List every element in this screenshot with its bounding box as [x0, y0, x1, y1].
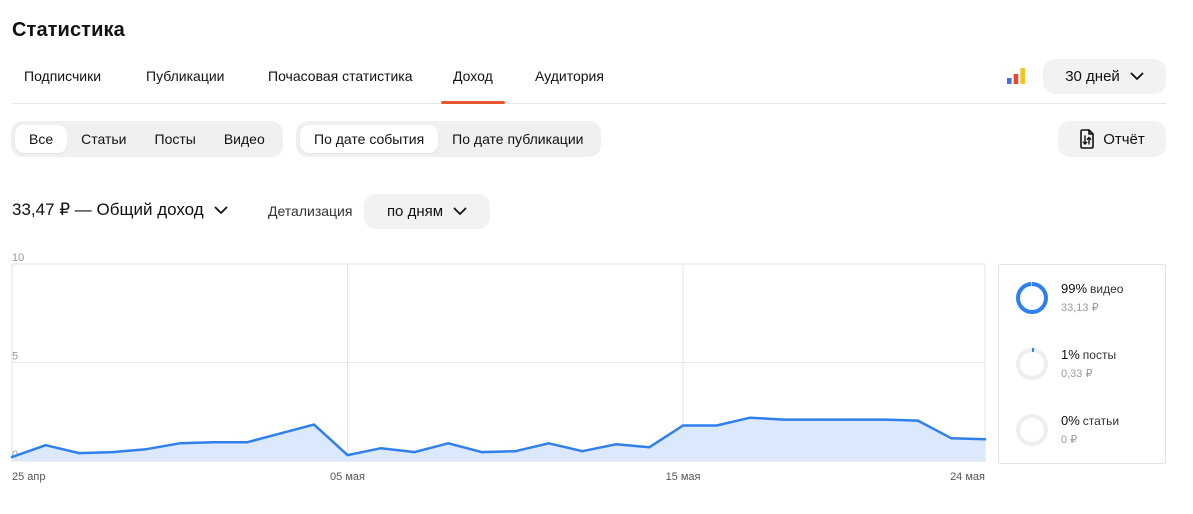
total-income-select[interactable]: 33,47 ₽ — Общий доход: [12, 200, 228, 220]
x-tick-label: 24 мая: [950, 471, 985, 483]
data-point[interactable]: [413, 450, 416, 454]
tab-income[interactable]: Доход: [441, 56, 505, 104]
report-file-icon: [1080, 129, 1095, 149]
period-select[interactable]: 30 дней: [1043, 59, 1166, 94]
data-point[interactable]: [44, 444, 47, 447]
detail-select[interactable]: по дням: [364, 194, 490, 229]
filter-videos[interactable]: Видео: [210, 125, 279, 153]
data-point[interactable]: [10, 455, 14, 459]
chevron-down-icon: [214, 206, 228, 214]
income-area: [12, 417, 985, 461]
filter-posts[interactable]: Посты: [141, 125, 210, 153]
detail-select-value: по дням: [386, 203, 444, 220]
data-point[interactable]: [581, 449, 584, 453]
data-point[interactable]: [379, 446, 383, 450]
data-point[interactable]: [145, 447, 148, 451]
breakdown-item-posts: 1% посты 0,33 ₽: [1015, 347, 1155, 387]
report-button[interactable]: Отчёт: [1058, 121, 1166, 157]
date-mode-filter: По дате события По дате публикации: [296, 121, 602, 157]
data-point[interactable]: [346, 453, 349, 457]
data-point[interactable]: [446, 442, 450, 445]
data-point[interactable]: [916, 419, 920, 422]
income-breakdown: 99% видео 33,13 ₽ 1% посты 0,33 ₽ 0% статьи…: [998, 264, 1166, 464]
tab-bar: Подписчики Публикации Почасовая статисти…: [12, 56, 1166, 104]
chevron-down-icon: [453, 207, 467, 215]
data-point[interactable]: [212, 441, 215, 444]
breakdown-value: 33,13 ₽: [1061, 302, 1099, 314]
filter-all[interactable]: Все: [15, 125, 68, 153]
chevron-down-icon: [1130, 72, 1144, 80]
data-point[interactable]: [648, 446, 651, 449]
breakdown-percent: 99%: [1061, 281, 1088, 296]
breakdown-kind: посты: [1082, 348, 1117, 362]
data-point[interactable]: [849, 418, 852, 421]
breakdown-item-articles: 0% статьи 0 ₽: [1015, 413, 1155, 453]
filter-articles[interactable]: Статьи: [67, 125, 140, 153]
income-chart-svg: 051025 апр 05 мая 15 мая 24 мая: [10, 252, 987, 483]
data-point[interactable]: [681, 424, 685, 427]
tab-income-label: Доход: [453, 68, 493, 84]
breakdown-percent: 0%: [1061, 413, 1080, 428]
breakdown-kind: видео: [1090, 282, 1124, 296]
data-point[interactable]: [312, 423, 316, 426]
data-point[interactable]: [748, 416, 752, 419]
y-tick-label: 5: [12, 351, 18, 363]
data-point[interactable]: [480, 450, 483, 454]
period-select-value: 30 дней: [1065, 68, 1120, 85]
filter-by-event-date[interactable]: По дате события: [300, 125, 439, 153]
x-tick-label: 25 апр: [12, 471, 45, 483]
data-point[interactable]: [983, 438, 987, 441]
x-tick-label: 05 мая: [330, 471, 365, 483]
active-tab-underline: [441, 101, 505, 104]
data-point[interactable]: [178, 442, 181, 445]
tab-hourly-stats[interactable]: Почасовая статистика: [268, 56, 413, 104]
data-point[interactable]: [111, 450, 114, 454]
breakdown-item-video: 99% видео 33,13 ₽: [1015, 281, 1155, 321]
tab-audience[interactable]: Аудитория: [535, 56, 604, 104]
y-tick-label: 10: [12, 252, 24, 264]
breakdown-kind: статьи: [1082, 414, 1120, 428]
report-button-label: Отчёт: [1103, 130, 1145, 148]
data-point[interactable]: [279, 432, 282, 435]
video-share-ring: [1016, 282, 1048, 314]
tab-publications[interactable]: Публикации: [146, 56, 224, 104]
content-type-filter: Все Статьи Посты Видео: [11, 121, 283, 157]
tab-subscribers[interactable]: Подписчики: [24, 56, 101, 104]
total-income-value: 33,47 ₽ — Общий доход: [12, 200, 204, 219]
posts-share-ring: [1016, 348, 1048, 380]
x-tick-label: 15 мая: [666, 471, 701, 483]
statistics-page: Статистика Подписчики Публикации Почасов…: [0, 0, 1193, 514]
data-point[interactable]: [883, 418, 886, 421]
data-point[interactable]: [782, 418, 785, 421]
bar-chart-icon[interactable]: [1006, 67, 1026, 85]
data-point[interactable]: [816, 418, 819, 421]
data-point[interactable]: [77, 451, 81, 455]
data-point[interactable]: [547, 442, 551, 445]
data-point[interactable]: [614, 443, 618, 446]
data-point[interactable]: [715, 424, 718, 427]
breakdown-percent: 1%: [1061, 347, 1080, 362]
income-chart: 0 5 10 25 апр 05 мая 15 мая 24 мая: [0, 248, 990, 488]
page-title: Статистика: [12, 19, 125, 41]
data-point[interactable]: [950, 437, 953, 440]
breakdown-value: 0,33 ₽: [1061, 368, 1093, 380]
detail-label: Детализация: [268, 203, 353, 219]
breakdown-value: 0 ₽: [1061, 434, 1078, 446]
articles-share-ring: [1016, 414, 1048, 446]
data-point[interactable]: [514, 449, 517, 453]
data-point[interactable]: [245, 441, 249, 444]
filter-by-publish-date[interactable]: По дате публикации: [438, 125, 597, 153]
